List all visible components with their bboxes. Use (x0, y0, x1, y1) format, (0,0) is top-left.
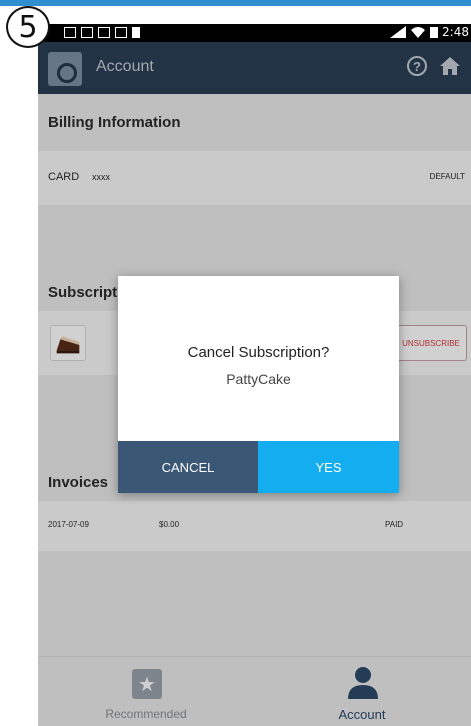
wifi-icon (411, 27, 426, 38)
notification-icon (115, 27, 127, 38)
cancel-subscription-dialog: Cancel Subscription? PattyCake CANCEL YE… (118, 276, 399, 493)
notification-icon (81, 27, 93, 38)
battery-icon (430, 27, 439, 38)
dialog-title: Cancel Subscription? (187, 344, 330, 361)
system-status: 2:48 (390, 25, 469, 39)
left-margin (0, 6, 38, 726)
signal-icon (390, 26, 407, 38)
notification-icon (132, 27, 140, 38)
cancel-button[interactable]: CANCEL (118, 441, 258, 493)
notification-icon (64, 27, 76, 38)
top-border (0, 0, 471, 6)
step-badge: 5 (6, 6, 50, 48)
clock: 2:48 (442, 25, 469, 39)
yes-button[interactable]: YES (258, 441, 399, 493)
dialog-subtitle: PattyCake (226, 371, 291, 387)
notification-icons (64, 27, 140, 38)
phone-screen: 2:48 Account ? Billing Information CARD … (38, 24, 471, 726)
notification-icon (98, 27, 110, 38)
status-bar: 2:48 (38, 24, 471, 42)
